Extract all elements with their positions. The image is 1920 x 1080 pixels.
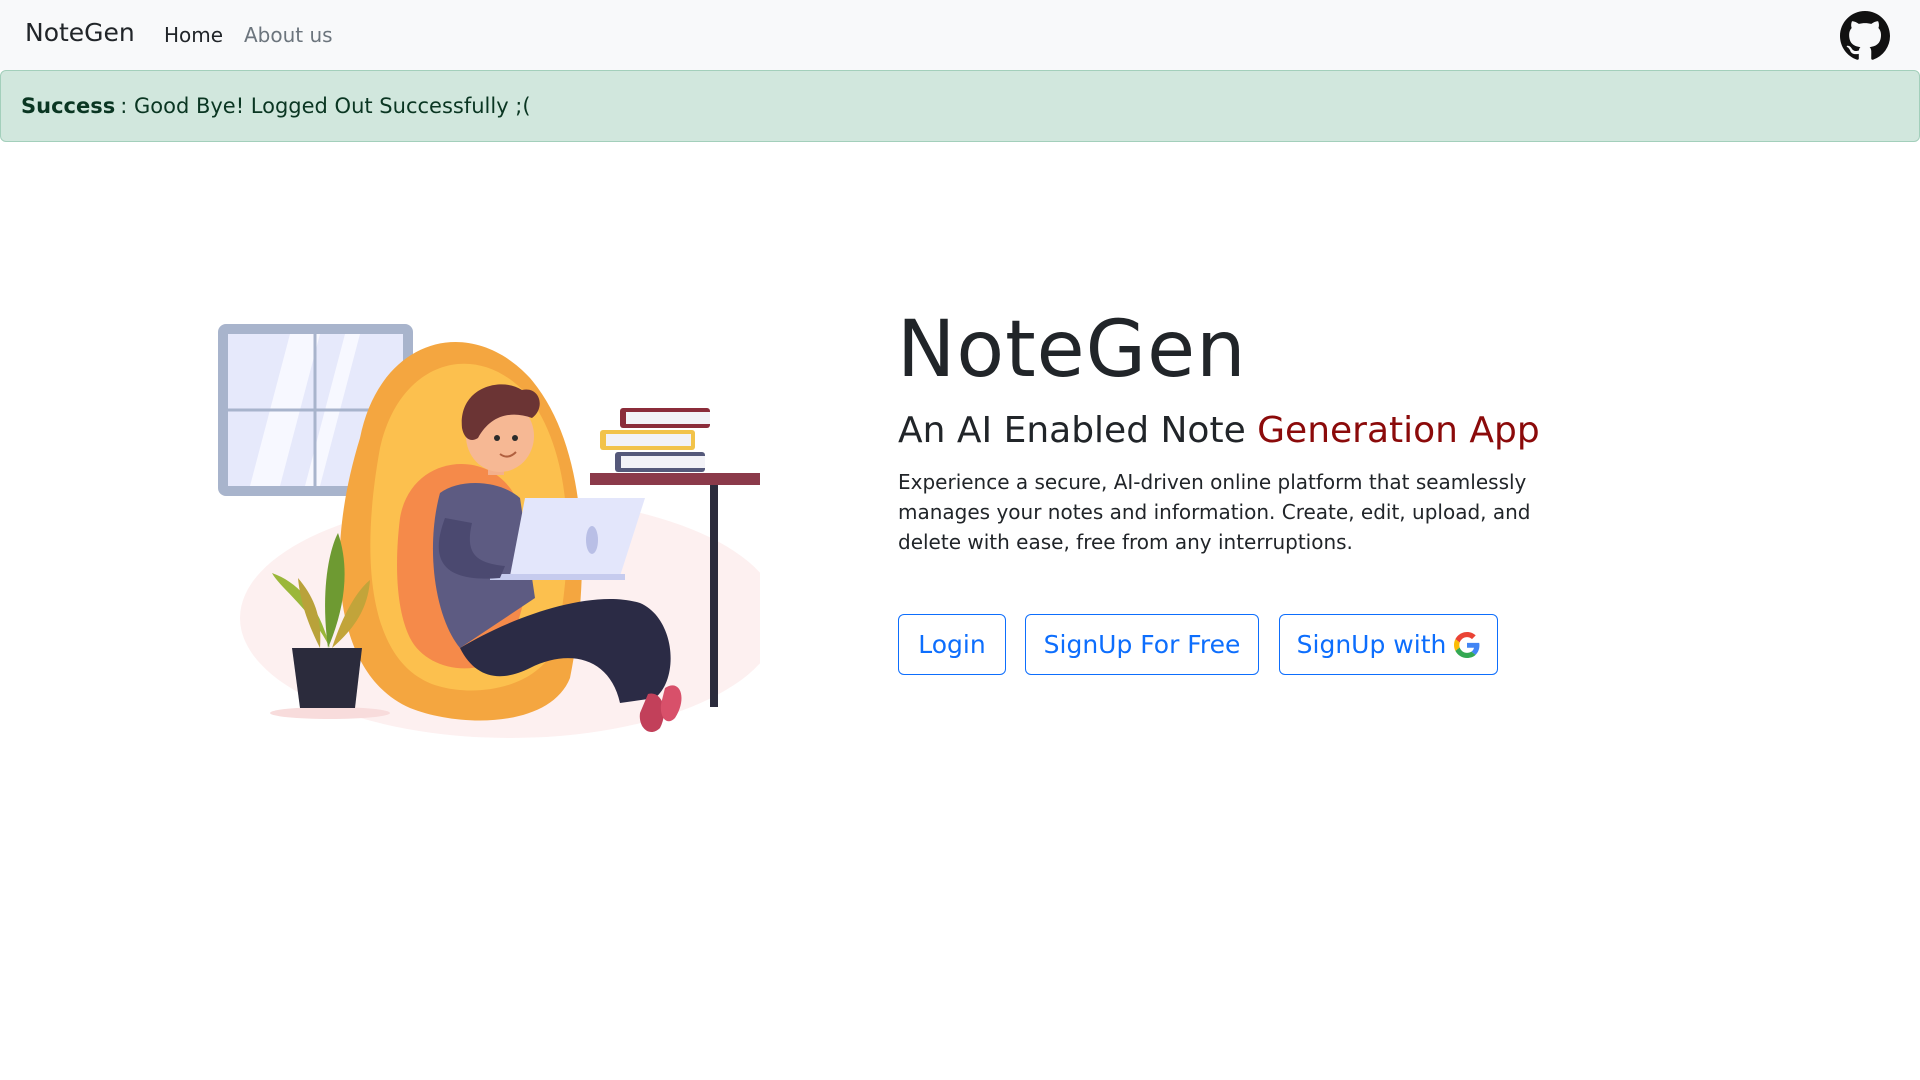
hero-subtitle: An AI Enabled Note Generation App — [898, 410, 1540, 451]
hero-subtitle-plain: An AI Enabled Note — [898, 410, 1258, 451]
brand-logo[interactable]: NoteGen — [25, 18, 135, 47]
signup-button-label: SignUp For Free — [1043, 630, 1241, 659]
nav-home-link[interactable]: Home — [164, 23, 223, 47]
signup-button[interactable]: SignUp For Free — [1025, 614, 1259, 675]
alert-message: : Good Bye! Logged Out Successfully ;( — [120, 94, 531, 118]
alert-label: Success — [21, 94, 116, 118]
github-icon[interactable] — [1840, 11, 1890, 61]
hero-description: Experience a secure, AI-driven online pl… — [898, 470, 1531, 554]
google-signup-button[interactable]: SignUp with — [1279, 614, 1498, 675]
hero-illustration — [210, 318, 780, 738]
google-signup-label: SignUp with — [1296, 630, 1447, 659]
success-alert: Success : Good Bye! Logged Out Successfu… — [0, 70, 1920, 142]
google-icon — [1454, 631, 1480, 658]
hero-title: NoteGen — [897, 305, 1247, 395]
hero-subtitle-accent: Generation App — [1257, 410, 1540, 451]
nav-about-link[interactable]: About us — [244, 23, 333, 47]
navbar: NoteGen Home About us — [0, 0, 1920, 70]
login-button[interactable]: Login — [898, 614, 1006, 675]
login-button-label: Login — [918, 630, 986, 659]
